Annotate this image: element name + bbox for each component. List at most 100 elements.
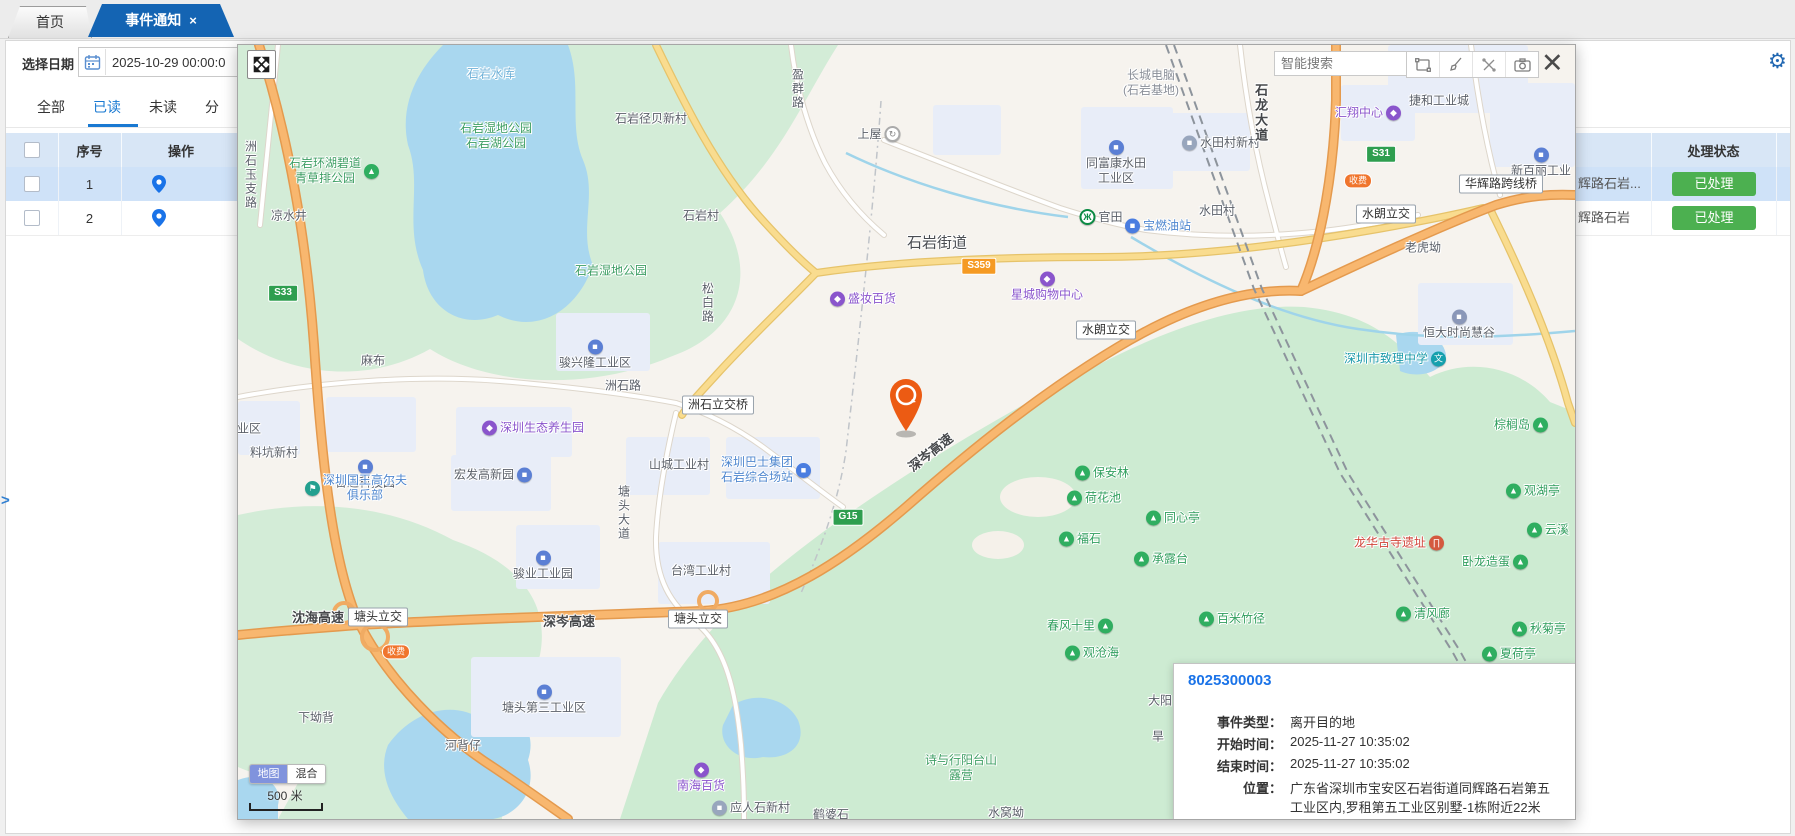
- shop-icon: ◆: [1386, 106, 1401, 121]
- map-label: 宏发高新园■: [454, 468, 532, 483]
- map-label: 沈海高速: [292, 610, 344, 626]
- map-label-text: 南海百货: [677, 779, 725, 794]
- tab-event-label: 事件通知: [125, 12, 181, 28]
- map-label: 料坑新村: [250, 446, 298, 461]
- map-label: 捷和工业城: [1409, 94, 1469, 109]
- delete-icon[interactable]: [1473, 52, 1506, 77]
- map-label: ◆星城购物中心: [1011, 272, 1083, 303]
- map-label: 龙华古寺遗址∏: [1354, 536, 1444, 551]
- select-region-icon[interactable]: [1407, 52, 1440, 77]
- brush-clear-icon[interactable]: [1440, 52, 1473, 77]
- map-label-text: 秋菊亭: [1530, 622, 1566, 637]
- round-icon: ↻: [885, 126, 901, 142]
- map-label-text: 星城购物中心: [1011, 288, 1083, 303]
- map-label: S359: [961, 258, 996, 275]
- map-label-text: 捷和工业城: [1409, 94, 1469, 109]
- map-label-text: 沈海高速: [292, 610, 344, 626]
- filter-tab-group[interactable]: 分: [205, 97, 219, 117]
- map-label-text: 石龙大道: [1252, 83, 1268, 143]
- map-label-text: 松白路: [700, 282, 715, 324]
- map-label: 长城电脑 (石岩基地): [1123, 68, 1179, 98]
- map-search-input[interactable]: [1274, 51, 1412, 76]
- locate-pin-icon[interactable]: [152, 175, 166, 193]
- row-checkbox[interactable]: [24, 176, 40, 192]
- map-label: 盈群路: [790, 68, 805, 110]
- status-processed-button[interactable]: 已处理: [1672, 172, 1756, 196]
- tab-event-notification[interactable]: 事件通知 ×: [88, 4, 234, 37]
- map-label-text: 石岩水库: [467, 67, 515, 82]
- map-label-text: 同心亭: [1164, 511, 1200, 526]
- row-address-fragment: 辉路石岩: [1578, 201, 1650, 235]
- gear-icon[interactable]: ⚙: [1768, 49, 1787, 74]
- row-checkbox[interactable]: [24, 210, 40, 226]
- map-dialog[interactable]: 石岩水库石岩湿地公园 石岩湖公园石岩径贝新村石岩环湖碧道 青草排公园▲凉水井洲石…: [237, 44, 1576, 820]
- map-label-text: 洲石路: [605, 379, 641, 394]
- map-label-text: 恒大时尚慧谷: [1423, 326, 1495, 341]
- map-label: Ж官田: [1079, 209, 1122, 225]
- map-label-text: 云溪: [1545, 523, 1569, 538]
- map-label: 凉水井: [271, 209, 307, 224]
- map-label: ▲保安林: [1075, 466, 1129, 481]
- event-id[interactable]: 8025300003: [1188, 672, 1271, 689]
- map-label-text: 塘头第三工业区: [502, 701, 586, 716]
- map-label-text: 长城电脑 (石岩基地): [1123, 68, 1179, 98]
- map-label-text: 水窝坳: [988, 806, 1024, 821]
- row-address-fragment: 辉路石岩...: [1578, 167, 1650, 201]
- map-label-text: 盈群路: [790, 68, 805, 110]
- map-label: 深岑高速: [543, 614, 595, 630]
- map-label: 春风十里▲: [1047, 619, 1113, 634]
- status-processed-button[interactable]: 已处理: [1672, 206, 1756, 230]
- location-value: 广东省深圳市宝安区石岩街道同辉路石岩第五工业区内,罗租第五工业区别墅-1栋附近2…: [1282, 778, 1562, 816]
- filter-tab-read[interactable]: 已读: [93, 97, 121, 117]
- map-label: ◆南海百货: [677, 763, 725, 794]
- map-label-text: 塘头大道: [616, 485, 631, 541]
- map-label-text: 承露台: [1152, 552, 1188, 567]
- locate-pin-icon[interactable]: [152, 209, 166, 227]
- end-time-label: 结束时间：: [1174, 756, 1282, 775]
- map-label: 麻布: [361, 354, 385, 369]
- map-label-text: 深岑高速: [543, 614, 595, 630]
- map-label-text: 龙华古寺遗址: [1354, 536, 1426, 551]
- map-type-map[interactable]: 地图: [250, 765, 287, 783]
- tab-close-icon[interactable]: ×: [189, 13, 197, 28]
- bldg-icon: ■: [587, 340, 602, 355]
- map-label-text: S33: [274, 287, 292, 300]
- camera-icon[interactable]: [1506, 52, 1538, 77]
- map-label-text: 福石: [1077, 532, 1101, 547]
- map-label: 洲石玉支路: [243, 140, 258, 210]
- calendar-icon[interactable]: [79, 49, 106, 75]
- map-label: 诗与行阳台山 露营: [925, 753, 997, 783]
- map-label: ▲清风廊: [1396, 607, 1450, 622]
- map-label-text: 华辉路跨线桥: [1465, 177, 1537, 192]
- row-seq: 2: [58, 201, 121, 235]
- date-input-group[interactable]: 2025-10-29 00:00:0: [78, 47, 250, 77]
- tree-icon: ▲: [1059, 532, 1074, 547]
- map-label: 松白路: [700, 282, 715, 324]
- map-label: ■骏业工业园: [513, 551, 573, 582]
- sidebar-collapse-arrow[interactable]: >: [1, 488, 17, 514]
- tab-home[interactable]: 首页: [8, 6, 92, 38]
- map-label-text: 诗与行阳台山 露营: [925, 753, 997, 783]
- map-close-button[interactable]: ✕: [1541, 46, 1564, 80]
- filter-tab-all[interactable]: 全部: [37, 97, 65, 117]
- shop-icon: ◆: [830, 292, 845, 307]
- map-label-text: 夏荷亭: [1500, 647, 1536, 662]
- date-value[interactable]: 2025-10-29 00:00:0: [106, 55, 225, 70]
- shop-icon: ◆: [1039, 272, 1054, 287]
- shop-icon: ◆: [693, 763, 708, 778]
- map-label: ■骏兴隆工业区: [559, 340, 631, 371]
- map-label-text: 旱: [1152, 730, 1164, 745]
- map-label-text: 清风廊: [1414, 607, 1450, 622]
- filter-tab-unread[interactable]: 未读: [149, 97, 177, 117]
- map-label: ▲夏荷亭: [1482, 647, 1536, 662]
- map-label-text: 官田: [1098, 210, 1122, 225]
- top-tab-bar: 首页 事件通知 ×: [0, 0, 1795, 39]
- map-label-text: 深圳国王高尔夫 俱乐部: [323, 473, 407, 503]
- map-type-hybrid[interactable]: 混合: [287, 765, 325, 783]
- map-label-text: 料坑新村: [250, 446, 298, 461]
- event-location-marker[interactable]: [886, 377, 926, 439]
- map-toolbar: [1406, 51, 1539, 78]
- map-label-text: 塘头立交: [674, 612, 722, 627]
- fullscreen-button[interactable]: [247, 50, 276, 79]
- select-all-checkbox[interactable]: [24, 142, 40, 158]
